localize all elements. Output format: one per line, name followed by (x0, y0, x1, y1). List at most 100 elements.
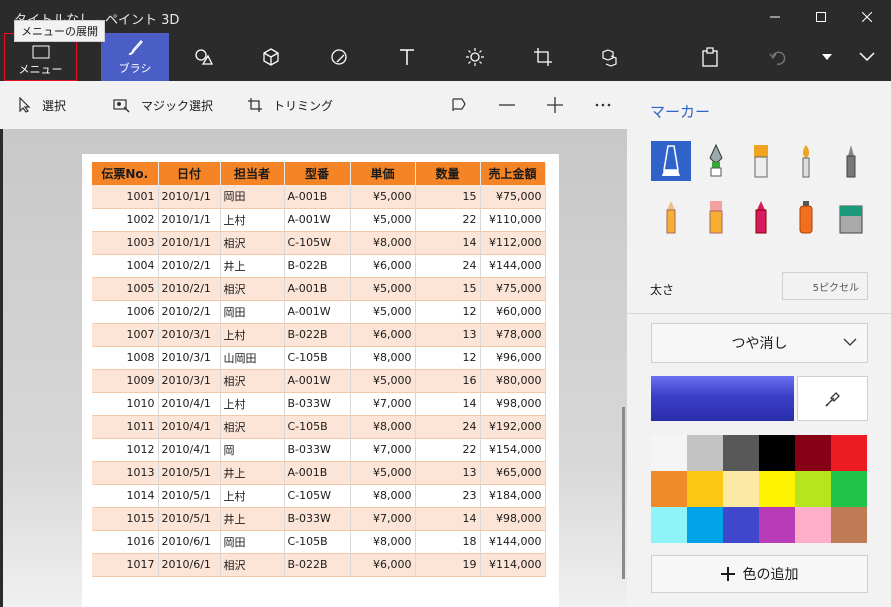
trim-button[interactable]: トリミング (247, 81, 333, 129)
marker-brush[interactable] (651, 141, 691, 181)
magic-select-button[interactable]: マジック選択 (113, 81, 213, 129)
3d-shapes-tab[interactable] (237, 33, 305, 81)
text-tab[interactable] (373, 33, 441, 81)
color-swatch[interactable] (687, 435, 723, 471)
crayon-brush[interactable] (741, 197, 781, 237)
watercolor-brush[interactable] (786, 141, 826, 181)
table-row: 1016 2010/6/1 岡田 C-105B ¥8,000 18 ¥144,000 (92, 530, 546, 554)
2d-shapes-tab[interactable] (169, 33, 237, 81)
close-button[interactable] (844, 0, 890, 33)
finish-dropdown[interactable]: つや消し (651, 323, 868, 363)
pixel-pen-brush[interactable] (831, 141, 871, 181)
table-cell: 2010/4/1 (158, 438, 221, 462)
3d-library-tab[interactable] (577, 33, 645, 81)
maximize-button[interactable] (798, 0, 844, 33)
color-swatch[interactable] (651, 435, 687, 471)
select-button[interactable]: 選択 (18, 81, 66, 129)
table-cell: ¥7,000 (350, 392, 416, 416)
select-label: 選択 (42, 98, 67, 113)
collapse-toolbar-button[interactable] (843, 33, 891, 81)
color-swatch[interactable] (831, 435, 867, 471)
header-cell: 担当者 (220, 162, 285, 185)
table-cell: ¥6,000 (350, 553, 416, 577)
table-cell: ¥114,000 (480, 553, 546, 577)
table-cell: C-105B (284, 530, 351, 554)
clipboard-icon (702, 47, 718, 67)
table-cell: B-022B (284, 553, 351, 577)
fill-bucket-brush[interactable] (831, 197, 871, 237)
table-cell: 2010/4/1 (158, 392, 221, 416)
color-swatch[interactable] (831, 471, 867, 507)
eraser-brush[interactable] (696, 197, 736, 237)
color-swatch[interactable] (687, 471, 723, 507)
minimize-button[interactable] (752, 0, 798, 33)
color-swatch[interactable] (651, 507, 687, 543)
table-cell: 相沢 (220, 369, 285, 393)
table-row: 1011 2010/4/1 相沢 C-105B ¥8,000 24 ¥192,000 (92, 415, 546, 439)
color-swatch[interactable] (723, 471, 759, 507)
calligraphy-pen-brush[interactable] (696, 141, 736, 181)
table-cell: C-105B (284, 346, 351, 370)
undo-button[interactable] (744, 33, 812, 81)
color-swatch[interactable] (651, 471, 687, 507)
chevron-down-icon (843, 338, 857, 346)
spray-can-brush[interactable] (786, 197, 826, 237)
table-cell: 2010/3/1 (158, 346, 221, 370)
color-swatch[interactable] (687, 507, 723, 543)
table-cell: 12 (415, 346, 481, 370)
table-cell: ¥192,000 (480, 415, 546, 439)
table-cell: ¥6,000 (350, 323, 416, 347)
table-row: 1003 2010/1/1 相沢 C-105W ¥8,000 14 ¥112,000 (92, 231, 546, 255)
color-swatch[interactable] (723, 435, 759, 471)
table-cell: 22 (415, 438, 481, 462)
add-color-button[interactable]: 色の追加 (651, 555, 868, 593)
color-swatch[interactable] (795, 507, 831, 543)
table-cell: 1012 (92, 438, 159, 462)
eyedropper-button[interactable] (797, 376, 868, 421)
table-cell: ¥144,000 (480, 254, 546, 278)
history-dropdown-button[interactable] (812, 33, 842, 81)
table-cell: A-001B (284, 185, 351, 209)
sticker-icon (331, 49, 347, 65)
drawing-canvas[interactable]: 伝票No. 日付 担当者 型番 単価 数量 売上金額 1001 2010/1/1 岡… (3, 129, 627, 607)
vertical-scrollbar[interactable] (622, 407, 625, 579)
current-color-swatch[interactable] (651, 376, 794, 421)
color-swatch[interactable] (759, 435, 795, 471)
color-swatch[interactable] (723, 507, 759, 543)
pencil-brush[interactable] (651, 197, 691, 237)
stickers-tab[interactable] (305, 33, 373, 81)
table-cell: ¥8,000 (350, 415, 416, 439)
paste-button[interactable] (676, 33, 744, 81)
finish-value: つや消し (731, 336, 788, 352)
header-row: 伝票No. 日付 担当者 型番 単価 数量 売上金額 (92, 162, 546, 185)
effects-tab[interactable] (441, 33, 509, 81)
canvas-paper[interactable]: 伝票No. 日付 担当者 型番 単価 数量 売上金額 1001 2010/1/1 岡… (82, 154, 559, 607)
table-cell: 2010/2/1 (158, 277, 221, 301)
brush-tab[interactable]: ブラシ (101, 33, 169, 81)
minus-icon (499, 104, 515, 106)
flag-button[interactable] (441, 81, 477, 129)
color-swatch[interactable] (795, 471, 831, 507)
zoom-out-button[interactable] (489, 81, 525, 129)
oil-brush[interactable] (741, 141, 781, 181)
table-cell: ¥5,000 (350, 369, 416, 393)
panel-divider (627, 313, 891, 314)
spreadsheet-image: 伝票No. 日付 担当者 型番 単価 数量 売上金額 1001 2010/1/1 岡… (92, 162, 546, 577)
thickness-input[interactable]: 5ピクセル (782, 272, 868, 300)
zoom-in-button[interactable] (537, 81, 573, 129)
table-cell: 井上 (220, 461, 285, 485)
color-swatch[interactable] (759, 471, 795, 507)
color-swatch[interactable] (831, 507, 867, 543)
crayon-icon (755, 201, 767, 234)
menu-label: メニュー (18, 63, 63, 76)
more-options-button[interactable] (585, 81, 621, 129)
table-cell: 1014 (92, 484, 159, 508)
marker-icon (662, 145, 680, 176)
color-swatch[interactable] (795, 435, 831, 471)
table-cell: 14 (415, 392, 481, 416)
table-cell: ¥8,000 (350, 346, 416, 370)
canvas-tab[interactable] (509, 33, 577, 81)
table-cell: 12 (415, 300, 481, 324)
table-cell: 岡 (220, 438, 285, 462)
color-swatch[interactable] (759, 507, 795, 543)
